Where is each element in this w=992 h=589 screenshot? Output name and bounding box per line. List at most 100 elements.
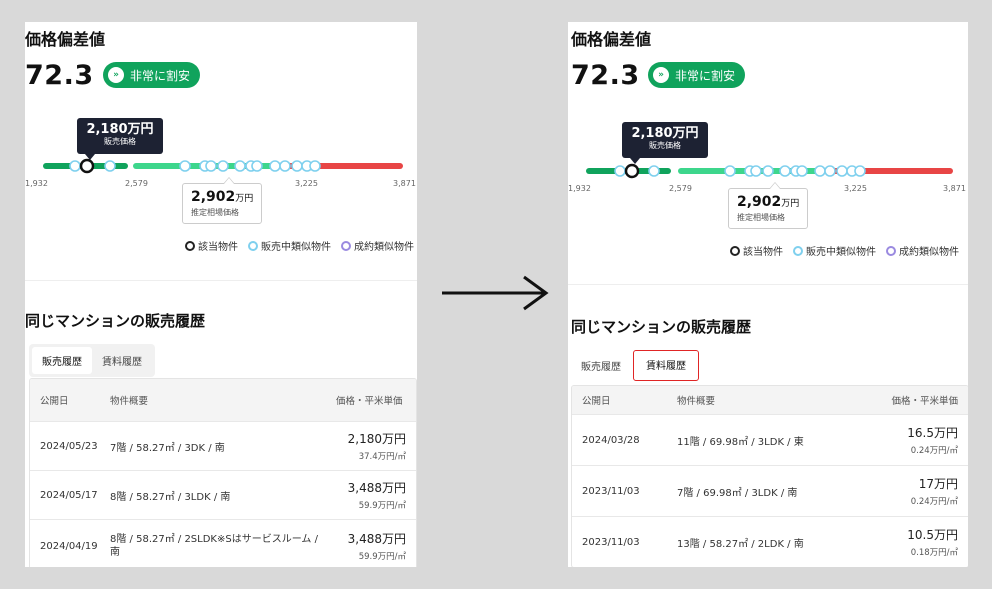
tick-label: 2,579 xyxy=(125,179,148,188)
tick-label: 3,225 xyxy=(844,184,867,193)
similar-listing-marker xyxy=(854,165,866,177)
status-badge: » 非常に割安 xyxy=(648,62,746,88)
row-summary: 7階 / 58.27㎡ / 3DK / 南 xyxy=(110,442,225,454)
sale-price-tooltip: 2,180万円 販売価格 xyxy=(622,122,708,164)
row-unit-price: 0.24万円/㎡ xyxy=(910,446,958,456)
sale-price-tooltip: 2,180万円 販売価格 xyxy=(77,118,163,160)
tab-rent-history[interactable]: 賃料履歴 xyxy=(92,347,152,374)
similar-listing-legend-icon xyxy=(793,245,803,256)
table-row[interactable]: 2024/05/23 7階 / 58.27㎡ / 3DK / 南 2,180万円… xyxy=(30,421,416,470)
column-header: 物件概要 xyxy=(110,396,149,407)
row-price: 3,488万円 xyxy=(347,532,406,546)
similar-listing-marker xyxy=(824,165,836,177)
double-chevron-down-icon: » xyxy=(108,67,124,83)
similar-listing-marker xyxy=(309,160,321,172)
similar-listing-marker xyxy=(179,160,191,172)
estimated-price-label: 推定相場価格 xyxy=(191,208,239,217)
tooltip-label: 販売価格 xyxy=(649,141,681,150)
row-unit-price: 37.4万円/㎡ xyxy=(358,452,406,462)
similar-listing-marker xyxy=(291,160,303,172)
table-row[interactable]: 2024/04/19 8階 / 58.27㎡ / 2SLDK※Sはサービスルーム… xyxy=(30,519,416,567)
similar-listing-marker xyxy=(104,160,116,172)
similar-listing-marker xyxy=(796,165,808,177)
similar-listing-marker xyxy=(779,165,791,177)
row-summary: 7階 / 69.98㎡ / 3LDK / 南 xyxy=(677,487,798,499)
table-header: 公開日 物件概要 価格・平米単価 xyxy=(572,386,968,414)
tick-label: 3,225 xyxy=(295,179,318,188)
similar-listing-marker xyxy=(217,160,229,172)
similar-listing-marker xyxy=(836,165,848,177)
row-summary: 8階 / 58.27㎡ / 3LDK / 南 xyxy=(110,491,231,503)
table-row[interactable]: 2023/11/03 7階 / 69.98㎡ / 3LDK / 南 17万円 0… xyxy=(572,465,968,516)
column-header: 物件概要 xyxy=(677,396,716,407)
divider xyxy=(568,284,968,285)
current-property-marker xyxy=(79,158,95,174)
row-date: 2023/11/03 xyxy=(582,536,640,548)
double-chevron-down-icon: » xyxy=(653,67,669,83)
legend: 該当物件 販売中類似物件 成約類似物件 xyxy=(730,243,965,258)
current-property-legend-icon xyxy=(730,245,740,256)
similar-listing-marker xyxy=(750,165,762,177)
similar-listing-marker xyxy=(814,165,826,177)
row-date: 2024/04/19 xyxy=(40,540,98,552)
row-price: 16.5万円 xyxy=(907,426,958,440)
sales-history-title: 同じマンションの販売履歴 xyxy=(571,318,752,336)
divider xyxy=(25,280,417,281)
row-price: 3,488万円 xyxy=(347,481,406,495)
column-header: 価格・平米単価 xyxy=(891,396,958,407)
similar-listing-marker xyxy=(251,160,263,172)
column-header: 価格・平米単価 xyxy=(336,396,403,407)
legend-item: 販売中類似物件 xyxy=(261,242,331,253)
row-price: 10.5万円 xyxy=(907,528,958,542)
current-property-legend-icon xyxy=(185,240,195,251)
estimated-price-value: 2,902 xyxy=(191,189,236,205)
estimated-price-box: 2,902万円 推定相場価格 xyxy=(728,182,809,229)
similar-listing-marker xyxy=(234,160,246,172)
column-header: 公開日 xyxy=(40,396,69,407)
table-row[interactable]: 2024/03/28 11階 / 69.98㎡ / 3LDK / 東 16.5万… xyxy=(572,414,968,465)
tab-rent-history[interactable]: 賃料履歴 xyxy=(633,350,699,381)
row-date: 2023/11/03 xyxy=(582,485,640,497)
price-deviation-title: 価格偏差値 xyxy=(25,30,106,49)
after-panel: 価格偏差値 72.3 » 非常に割安 2,180万円 販売価格 1,932 2,… xyxy=(568,22,968,567)
legend-item: 成約類似物件 xyxy=(354,242,414,253)
sold-listing-legend-icon xyxy=(341,240,351,251)
tab-sales-history[interactable]: 販売履歴 xyxy=(571,350,631,381)
similar-listing-marker xyxy=(69,160,81,172)
estimated-price-value: 2,902 xyxy=(737,194,782,210)
current-property-marker xyxy=(624,163,640,179)
row-date: 2024/05/17 xyxy=(40,489,98,501)
status-badge: » 非常に割安 xyxy=(103,62,201,88)
estimated-price-box: 2,902万円 推定相場価格 xyxy=(182,177,263,224)
legend-item: 成約類似物件 xyxy=(899,247,959,258)
history-table: 公開日 物件概要 価格・平米単価 2024/03/28 11階 / 69.98㎡… xyxy=(571,385,968,567)
sales-history-title: 同じマンションの販売履歴 xyxy=(25,312,206,330)
tab-sales-history[interactable]: 販売履歴 xyxy=(32,347,92,374)
history-tabs: 販売履歴 賃料履歴 xyxy=(571,350,699,381)
status-badge-label: 非常に割安 xyxy=(675,68,736,83)
similar-listing-marker xyxy=(269,160,281,172)
tooltip-label: 販売価格 xyxy=(104,137,136,146)
deviation-score: 72.3 xyxy=(571,60,640,91)
row-unit-price: 59.9万円/㎡ xyxy=(358,501,406,511)
tick-label: 3,871 xyxy=(943,184,966,193)
row-summary: 8階 / 58.27㎡ / 2SLDK※Sはサービスルーム / 南 xyxy=(110,534,318,558)
legend-item: 該当物件 xyxy=(743,247,783,258)
tooltip-price: 2,180万円 xyxy=(86,122,154,137)
row-summary: 11階 / 69.98㎡ / 3LDK / 東 xyxy=(677,436,804,448)
table-row[interactable]: 2023/11/03 13階 / 58.27㎡ / 2LDK / 南 10.5万… xyxy=(572,516,968,567)
similar-listing-marker xyxy=(279,160,291,172)
legend-item: 販売中類似物件 xyxy=(806,247,876,258)
table-header: 公開日 物件概要 価格・平米単価 xyxy=(30,379,416,421)
price-deviation-title: 価格偏差値 xyxy=(571,30,652,49)
row-date: 2024/03/28 xyxy=(582,434,640,446)
row-summary: 13階 / 58.27㎡ / 2LDK / 南 xyxy=(677,538,804,550)
legend: 該当物件 販売中類似物件 成約類似物件 xyxy=(185,238,417,253)
similar-listing-marker xyxy=(724,165,736,177)
before-panel: 価格偏差値 72.3 » 非常に割安 2,180万円 販売価格 1,932 2,… xyxy=(25,22,417,567)
table-row[interactable]: 2024/05/17 8階 / 58.27㎡ / 3LDK / 南 3,488万… xyxy=(30,470,416,519)
estimated-price-unit: 万円 xyxy=(235,194,254,204)
row-date: 2024/05/23 xyxy=(40,440,98,452)
history-table: 公開日 物件概要 価格・平米単価 2024/05/23 7階 / 58.27㎡ … xyxy=(29,378,417,567)
sold-listing-legend-icon xyxy=(886,245,896,256)
